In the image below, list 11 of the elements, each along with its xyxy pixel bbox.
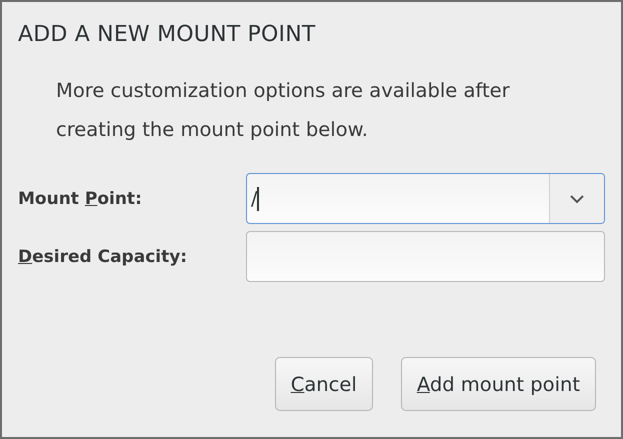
chevron-down-icon [569,194,585,204]
capacity-field[interactable] [246,231,605,282]
field-label: Desired Capacity: [18,246,188,266]
dialog-button[interactable]: Add mount point [400,357,596,411]
field-value: / [251,188,258,210]
dialog-description: More customization options are available after creating the mount point below. [56,78,511,143]
dialog-title: ADD A NEW MOUNT POINT [18,22,317,47]
mount-point-combo[interactable]: / [246,173,605,224]
dialog-button[interactable]: Cancel [274,357,373,411]
field-label: Mount Point: [18,188,143,208]
dropdown-button[interactable] [550,174,604,223]
